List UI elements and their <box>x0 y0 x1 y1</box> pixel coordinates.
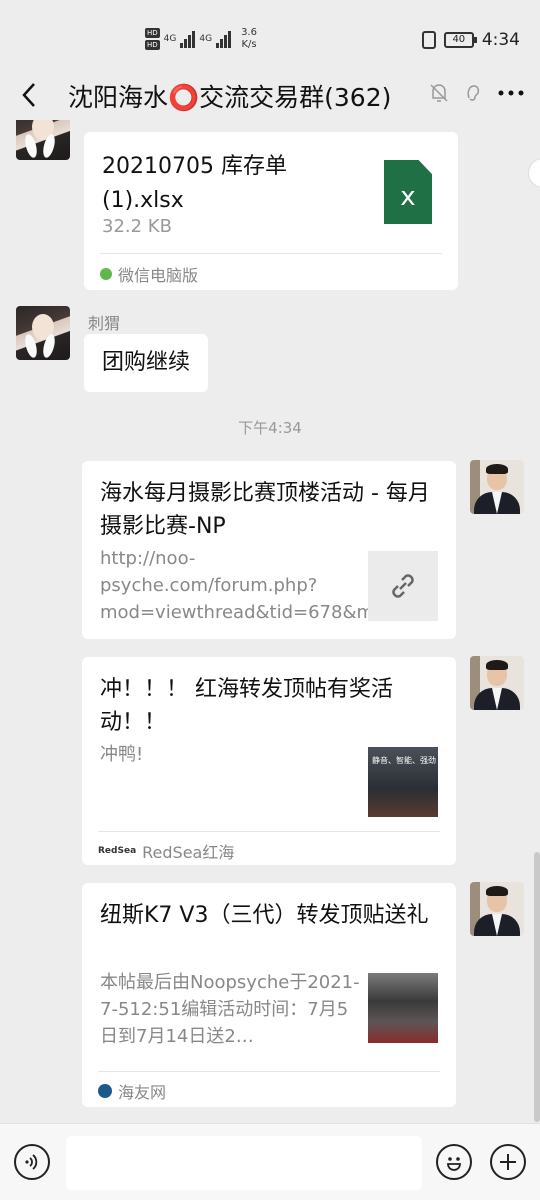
avatar[interactable] <box>470 460 524 514</box>
network-type: 4G <box>163 34 177 44</box>
ear-icon <box>462 82 484 104</box>
link-title: 纽斯K7 V3（三代）转发顶贴送礼 <box>100 903 429 928</box>
message-list[interactable]: 20210705 库存单(1).xlsx 32.2 KB 微信电脑版 刺猬 团购… <box>0 120 540 1123</box>
wechat-pc-icon <box>100 268 112 280</box>
avatar[interactable] <box>470 656 524 710</box>
thumbnail-text: 静音、智能、强劲 <box>372 756 436 765</box>
source-label: RedSea红海 <box>142 843 235 862</box>
input-bar <box>0 1123 540 1200</box>
haiyou-logo-icon <box>98 1084 112 1098</box>
signal-icon <box>180 30 196 48</box>
battery-icon: 40 <box>443 32 477 48</box>
status-bar: HD HD 4G 4G 3.6 K/s 40 4:34 <box>0 0 540 70</box>
vibrate-icon <box>421 31 436 49</box>
message-source: RedSea RedSea红海 <box>98 839 234 863</box>
source-label: 海友网 <box>118 1083 167 1102</box>
avatar[interactable] <box>470 882 524 936</box>
file-name: 20210705 库存单(1).xlsx <box>102 154 287 213</box>
add-icon[interactable] <box>490 1144 526 1180</box>
redsea-logo-icon: RedSea <box>98 846 137 856</box>
network-speed: 3.6 K/s <box>241 27 257 51</box>
mute-icon <box>428 82 450 104</box>
link-description: 本帖最后由Noopsyche于2021-7-512:51编辑活动时间：7月5日到… <box>100 972 360 1047</box>
scroll-to-bottom-button[interactable] <box>528 158 540 188</box>
link-card[interactable]: 海水每月摄影比赛顶楼活动 - 每月摄影比赛-NP http://noo-psyc… <box>82 461 456 639</box>
signal-icon <box>216 30 232 48</box>
chat-header: 沈阳海水⭕交流交易群(362) <box>0 70 540 120</box>
sender-name: 刺猬 <box>88 314 121 333</box>
file-size: 32.2 KB <box>102 216 172 237</box>
divider <box>100 253 442 254</box>
emoji-icon[interactable] <box>436 1144 472 1180</box>
hd-badge: HD <box>145 40 160 50</box>
link-thumbnail <box>368 973 438 1043</box>
speed-value: 3.6 <box>241 27 257 38</box>
link-title: 海水每月摄影比赛顶楼活动 - 每月摄影比赛-NP <box>100 481 430 539</box>
link-description: 冲鸭! <box>100 744 144 765</box>
voice-icon[interactable] <box>14 1144 50 1180</box>
link-thumbnail: 静音、智能、强劲 <box>368 747 438 817</box>
message-input[interactable] <box>66 1136 422 1190</box>
network-indicators: HD HD 4G 4G 3.6 K/s <box>145 24 257 54</box>
hd-badge: HD <box>145 28 160 38</box>
text-message[interactable]: 团购继续 <box>84 334 209 392</box>
scrollbar[interactable] <box>534 852 540 1122</box>
avatar[interactable] <box>16 306 70 360</box>
divider <box>98 831 440 832</box>
message-source: 海友网 <box>98 1079 166 1103</box>
excel-file-icon <box>384 160 432 224</box>
avatar[interactable] <box>16 120 70 160</box>
source-label: 微信电脑版 <box>118 266 199 285</box>
link-card[interactable]: 纽斯K7 V3（三代）转发顶贴送礼 本帖最后由Noopsyche于2021-7-… <box>82 883 456 1107</box>
link-description: http://noo-psyche.com/forum.php?mod=view… <box>100 548 404 623</box>
message-source: 微信电脑版 <box>100 262 198 286</box>
page-title: 沈阳海水⭕交流交易群(362) <box>68 83 392 112</box>
timestamp: 下午4:34 <box>238 419 302 437</box>
link-icon <box>368 551 438 621</box>
file-message[interactable]: 20210705 库存单(1).xlsx 32.2 KB 微信电脑版 <box>84 132 458 290</box>
more-icon[interactable] <box>496 82 526 104</box>
divider <box>98 1071 440 1072</box>
speed-unit: K/s <box>241 39 257 50</box>
back-icon[interactable] <box>16 80 44 110</box>
link-card[interactable]: 冲！！！ 红海转发顶帖有奖活动！！ 冲鸭! 静音、智能、强劲 RedSea Re… <box>82 657 456 865</box>
link-title: 冲！！！ 红海转发顶帖有奖活动！！ <box>100 677 393 735</box>
clock: 4:34 <box>481 30 520 50</box>
network-type: 4G <box>199 34 213 44</box>
